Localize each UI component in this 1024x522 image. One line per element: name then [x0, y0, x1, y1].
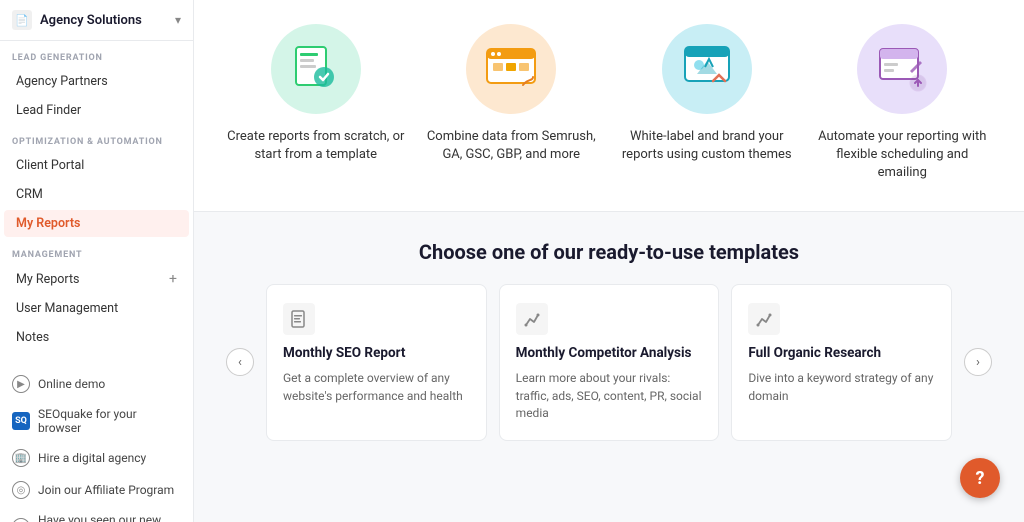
template-card-monthly-seo[interactable]: Monthly SEO Report Get a complete overvi… — [266, 284, 487, 442]
sidebar-title: Agency Solutions — [40, 13, 142, 28]
building-icon: 🏢 — [12, 449, 30, 467]
template-title-competitor: Monthly Competitor Analysis — [516, 345, 703, 363]
code-icon: {} — [12, 518, 30, 522]
sidebar-item-user-management[interactable]: User Management — [4, 295, 189, 322]
templates-title: Choose one of our ready-to-use templates — [226, 240, 992, 264]
feature-card-automate: Automate your reporting with flexible sc… — [813, 24, 993, 183]
template-cards: Monthly SEO Report Get a complete overvi… — [266, 284, 952, 442]
carousel-prev-button[interactable]: ‹ — [226, 348, 254, 376]
sidebar-item-lead-finder[interactable]: Lead Finder — [4, 97, 189, 124]
features-section: Create reports from scratch, or start fr… — [194, 0, 1024, 212]
sidebar-header-icon: 📄 — [12, 10, 32, 30]
sidebar-item-seoquake[interactable]: SQ SEOquake for your browser — [0, 400, 193, 442]
feature-text-white-label: White-label and brand your reports using… — [617, 128, 797, 164]
carousel-next-button[interactable]: › — [964, 348, 992, 376]
template-card-organic[interactable]: Full Organic Research Dive into a keywor… — [731, 284, 952, 442]
people-icon: ◎ — [12, 481, 30, 499]
feature-illustration-combine — [466, 24, 556, 114]
feature-illustration-white-label — [662, 24, 752, 114]
feature-text-automate: Automate your reporting with flexible sc… — [813, 128, 993, 183]
feature-text-combine-data: Combine data from Semrush, GA, GSC, GBP,… — [422, 128, 602, 164]
template-desc-organic: Dive into a keyword strategy of any doma… — [748, 370, 935, 405]
sidebar-item-client-portal[interactable]: Client Portal — [4, 152, 189, 179]
help-fab-button[interactable]: ? — [960, 458, 1000, 498]
sidebar-item-agency-partners[interactable]: Agency Partners — [4, 68, 189, 95]
sidebar-item-affiliate[interactable]: ◎ Join our Affiliate Program — [0, 474, 193, 506]
seoquake-icon: SQ — [12, 412, 30, 430]
feature-text-create-reports: Create reports from scratch, or start fr… — [226, 128, 406, 164]
template-desc-competitor: Learn more about your rivals: traffic, a… — [516, 370, 703, 422]
sidebar-item-api[interactable]: {} Have you seen our new customizable AP… — [0, 506, 193, 522]
sidebar: 📄 Agency Solutions ▾ Lead Generation Age… — [0, 0, 194, 522]
template-card-monthly-competitor[interactable]: Monthly Competitor Analysis Learn more a… — [499, 284, 720, 442]
section-label-optimization: Optimization & Automation — [0, 125, 193, 151]
chevron-down-icon: ▾ — [175, 13, 181, 27]
sidebar-item-crm[interactable]: CRM — [4, 181, 189, 208]
template-icon-competitor — [516, 303, 548, 335]
sidebar-item-hire-agency[interactable]: 🏢 Hire a digital agency — [0, 442, 193, 474]
template-icon-organic — [748, 303, 780, 335]
templates-section: Choose one of our ready-to-use templates… — [194, 212, 1024, 470]
plus-icon[interactable]: + — [169, 271, 177, 287]
template-desc-monthly-seo: Get a complete overview of any website's… — [283, 370, 470, 405]
sidebar-item-my-reports-mgmt[interactable]: My Reports + — [4, 265, 189, 293]
feature-card-create-reports: Create reports from scratch, or start fr… — [226, 24, 406, 183]
sidebar-item-notes[interactable]: Notes — [4, 324, 189, 351]
feature-illustration-automate — [857, 24, 947, 114]
section-label-management: Management — [0, 238, 193, 264]
feature-card-white-label: White-label and brand your reports using… — [617, 24, 797, 183]
sidebar-item-my-reports[interactable]: My Reports — [4, 210, 189, 237]
play-icon: ▶ — [12, 375, 30, 393]
feature-card-combine-data: Combine data from Semrush, GA, GSC, GBP,… — [422, 24, 602, 183]
sidebar-item-online-demo[interactable]: ▶ Online demo — [0, 368, 193, 400]
template-title-monthly-seo: Monthly SEO Report — [283, 345, 470, 363]
feature-illustration-create — [271, 24, 361, 114]
template-title-organic: Full Organic Research — [748, 345, 935, 363]
sidebar-header[interactable]: 📄 Agency Solutions ▾ — [0, 0, 193, 41]
templates-carousel: ‹ Monthly SEO Report Get a complete over… — [226, 284, 992, 442]
template-icon-monthly-seo — [283, 303, 315, 335]
main-content: Create reports from scratch, or start fr… — [194, 0, 1024, 522]
section-label-lead: Lead Generation — [0, 41, 193, 67]
